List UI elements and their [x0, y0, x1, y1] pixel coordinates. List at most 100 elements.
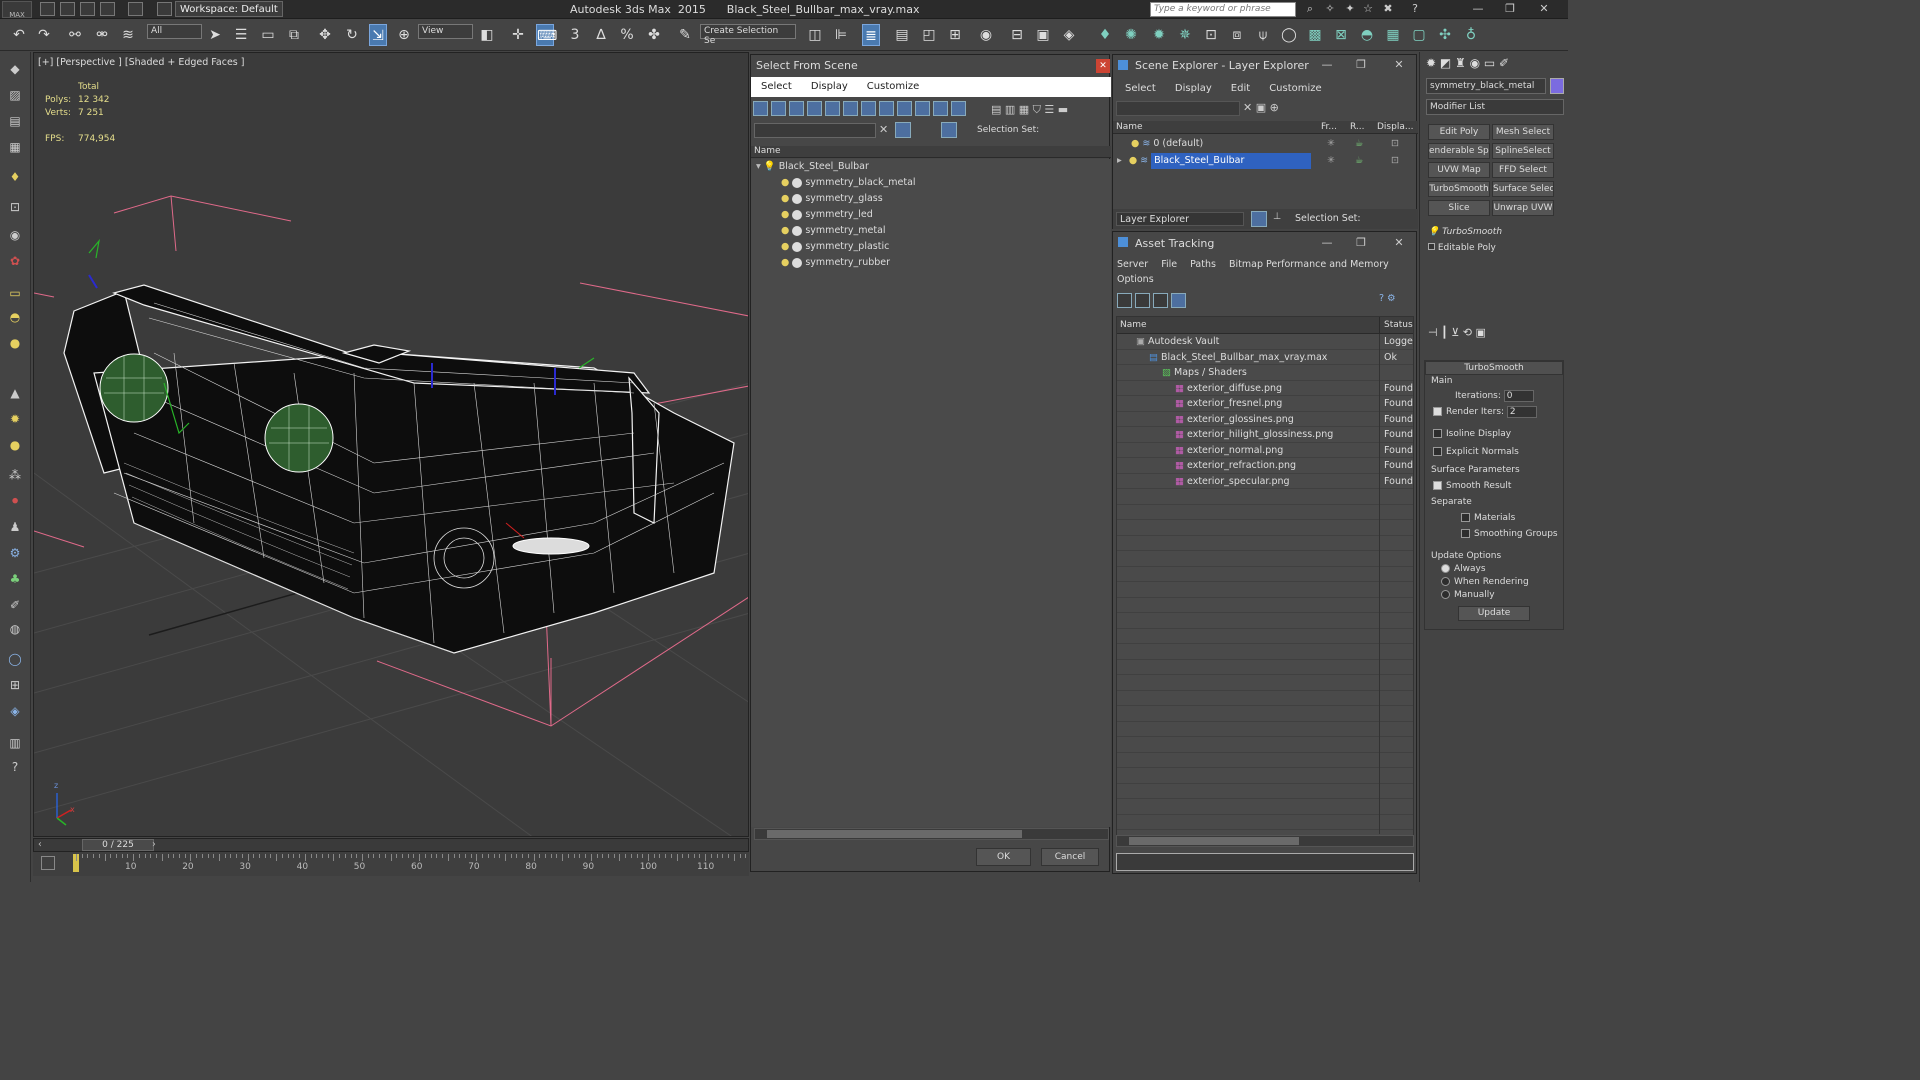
smoothing-groups-checkbox[interactable] [1461, 529, 1470, 538]
modifier-button[interactable]: Slice [1428, 200, 1490, 216]
column-header-name[interactable]: Name [751, 146, 1111, 158]
unlink-icon[interactable]: ⚮ [93, 24, 111, 46]
bone-tool-icon[interactable]: ⚫ [6, 492, 24, 510]
track-bar[interactable]: 10 20 30 40 50 60 70 80 90 100 110 [33, 852, 758, 876]
isoline-checkbox[interactable] [1433, 429, 1442, 438]
manually-row[interactable]: Manually [1425, 589, 1563, 602]
move-icon[interactable]: ✥ [316, 24, 334, 46]
hair-tool-icon[interactable]: ♣ [6, 570, 24, 588]
scene-item-row[interactable]: ● symmetry_rubber [751, 255, 1111, 271]
scene-explorer-minimize[interactable]: — [1317, 58, 1337, 72]
create-tool-icon[interactable]: ◆ [6, 60, 24, 78]
open-file-icon[interactable] [60, 2, 75, 16]
angle-snap-icon[interactable]: ∆ [592, 24, 610, 46]
freeze-icon[interactable]: ✳ [1327, 153, 1335, 169]
plane-tool-icon[interactable]: ▭ [6, 284, 24, 302]
gear-tool-icon[interactable]: ⚙ [6, 544, 24, 562]
menu-display[interactable]: Display [811, 81, 848, 92]
light-tool-icon[interactable]: ♦ [6, 168, 24, 186]
snaps-toggle-icon[interactable]: 3 [566, 24, 584, 46]
explorer-type-dropdown[interactable]: Layer Explorer [1116, 212, 1244, 226]
sphere-tool-icon[interactable]: ● [6, 334, 24, 352]
bind-spacewarp-icon[interactable]: ≋ [119, 24, 137, 46]
bulb-tool-icon[interactable]: ◍ [6, 620, 24, 638]
material-editor-icon[interactable]: ◉ [977, 24, 995, 46]
selection-set-icon[interactable] [941, 122, 957, 138]
se-menu-edit[interactable]: Edit [1231, 83, 1250, 94]
expand-icon[interactable]: ▸ [1117, 155, 1122, 166]
redo-icon[interactable]: ↷ [35, 24, 53, 46]
when-rendering-radio[interactable] [1441, 577, 1450, 586]
at-menu-bitmap[interactable]: Bitmap Performance and Memory [1229, 259, 1389, 270]
explicit-checkbox[interactable] [1433, 447, 1442, 456]
stack-tools[interactable]: ⊣ ┃ ⊻ ⟲ ▣ [1428, 326, 1564, 339]
select-object-icon[interactable]: ➤ [206, 24, 224, 46]
se-menu-select[interactable]: Select [1125, 83, 1156, 94]
time-frame-counter[interactable]: 0 / 225 [82, 839, 154, 851]
vray-sun-icon[interactable]: ✵ [1176, 24, 1194, 46]
object-color-swatch[interactable] [1550, 78, 1564, 94]
favorites-icon[interactable]: ☆ [1358, 2, 1378, 16]
filter-geometry-icon[interactable] [753, 101, 768, 116]
at-menu-server[interactable]: Server [1117, 259, 1148, 270]
update-button[interactable]: Update [1458, 606, 1530, 621]
help-icon[interactable]: ? [1405, 2, 1425, 16]
layer-row-bulbar[interactable]: ▸ ● ≋ Black_Steel_Bulbar ✳ ☕ ⊡ [1113, 153, 1418, 169]
new-file-icon[interactable] [40, 2, 55, 16]
asset-row[interactable]: ▦ exterior_refraction.png Found [1117, 458, 1413, 474]
binoculars-icon[interactable]: ⌕ [1300, 2, 1320, 16]
mini-curve-editor-icon[interactable] [41, 856, 55, 870]
asset-row[interactable]: ▦ exterior_specular.png Found [1117, 474, 1413, 489]
at-menu-paths[interactable]: Paths [1190, 259, 1216, 270]
asset-row[interactable]: ▦ exterior_normal.png Found [1117, 443, 1413, 458]
table-view-icon[interactable] [1171, 293, 1186, 308]
help-tool-icon[interactable]: ? [6, 758, 24, 776]
vray-plane-icon[interactable]: ▦ [1384, 24, 1402, 46]
named-selection-dropdown[interactable]: Create Selection Se [700, 24, 796, 46]
scene-item-row[interactable]: ● symmetry_led [751, 207, 1111, 223]
align-icon[interactable]: ⊫ [832, 24, 850, 46]
ok-button[interactable]: OK [976, 848, 1031, 866]
render-setup-icon[interactable]: ⊟ [1008, 24, 1026, 46]
vray-frame-buffer-icon[interactable]: ▩ [1306, 24, 1324, 46]
window-crossing-icon[interactable]: ⧉ [285, 24, 303, 46]
at-minimize[interactable]: — [1317, 236, 1337, 250]
bulb-icon[interactable]: ● [781, 225, 789, 236]
modifier-bulb-icon[interactable]: 💡 [1428, 227, 1439, 237]
bulb-icon[interactable]: ● [781, 241, 789, 252]
time-next-icon[interactable]: › [152, 839, 156, 850]
select-by-name-icon[interactable]: ☰ [232, 24, 250, 46]
utility-tool-icon[interactable]: ▥ [6, 734, 24, 752]
se-menu-display[interactable]: Display [1175, 83, 1212, 94]
asset-row[interactable]: ▦ exterior_fresnel.png Found [1117, 396, 1413, 412]
menu-customize[interactable]: Customize [867, 81, 920, 92]
spinner-snap-icon[interactable]: ✤ [645, 24, 663, 46]
cone-tool-icon[interactable]: ▲ [6, 384, 24, 402]
vray-sphere-icon[interactable]: ◯ [1280, 24, 1298, 46]
communication-icon[interactable]: ✦ [1340, 2, 1360, 16]
place-icon[interactable]: ⊕ [395, 24, 413, 46]
asset-row[interactable]: ▦ exterior_glossines.png Found [1117, 412, 1413, 427]
hierarchy-tool-icon[interactable]: ▤ [6, 112, 24, 130]
filter-bones-icon[interactable] [897, 101, 912, 116]
sun-icon[interactable]: ✺ [1122, 24, 1140, 46]
filter-containers-icon[interactable] [915, 101, 930, 116]
asset-row[interactable]: ▦ exterior_hilight_glossiness.png Found [1117, 427, 1413, 443]
modifier-button[interactable]: SplineSelect [1492, 143, 1554, 159]
modifier-button[interactable]: UVW Map [1428, 162, 1490, 178]
asset-col-status[interactable]: Status [1384, 317, 1413, 334]
bulb-icon[interactable]: ● [781, 193, 789, 204]
stack-editable-poly[interactable]: Editable Poly [1428, 240, 1558, 256]
freeze-icon[interactable]: ✳ [1327, 136, 1335, 152]
display-options-icons[interactable]: ▤ ▥ ▦ ⛉ ☰ ▬ [991, 103, 1101, 117]
se-col-name[interactable]: Name [1116, 122, 1143, 132]
vray-camera-icon[interactable]: ⊠ [1332, 24, 1350, 46]
render-iters-spinner[interactable]: 2 [1506, 406, 1537, 418]
modifier-button[interactable]: FFD Select [1492, 162, 1554, 178]
scene-explorer-maximize[interactable]: ❐ [1351, 58, 1371, 72]
workspace-dropdown[interactable]: Workspace: Default [175, 1, 283, 17]
stack-turbosmooth[interactable]: 💡 TurboSmooth [1428, 224, 1558, 240]
smooth-result-checkbox[interactable] [1433, 481, 1442, 490]
save-file-icon[interactable] [80, 2, 95, 16]
list-icon[interactable] [1135, 293, 1150, 308]
